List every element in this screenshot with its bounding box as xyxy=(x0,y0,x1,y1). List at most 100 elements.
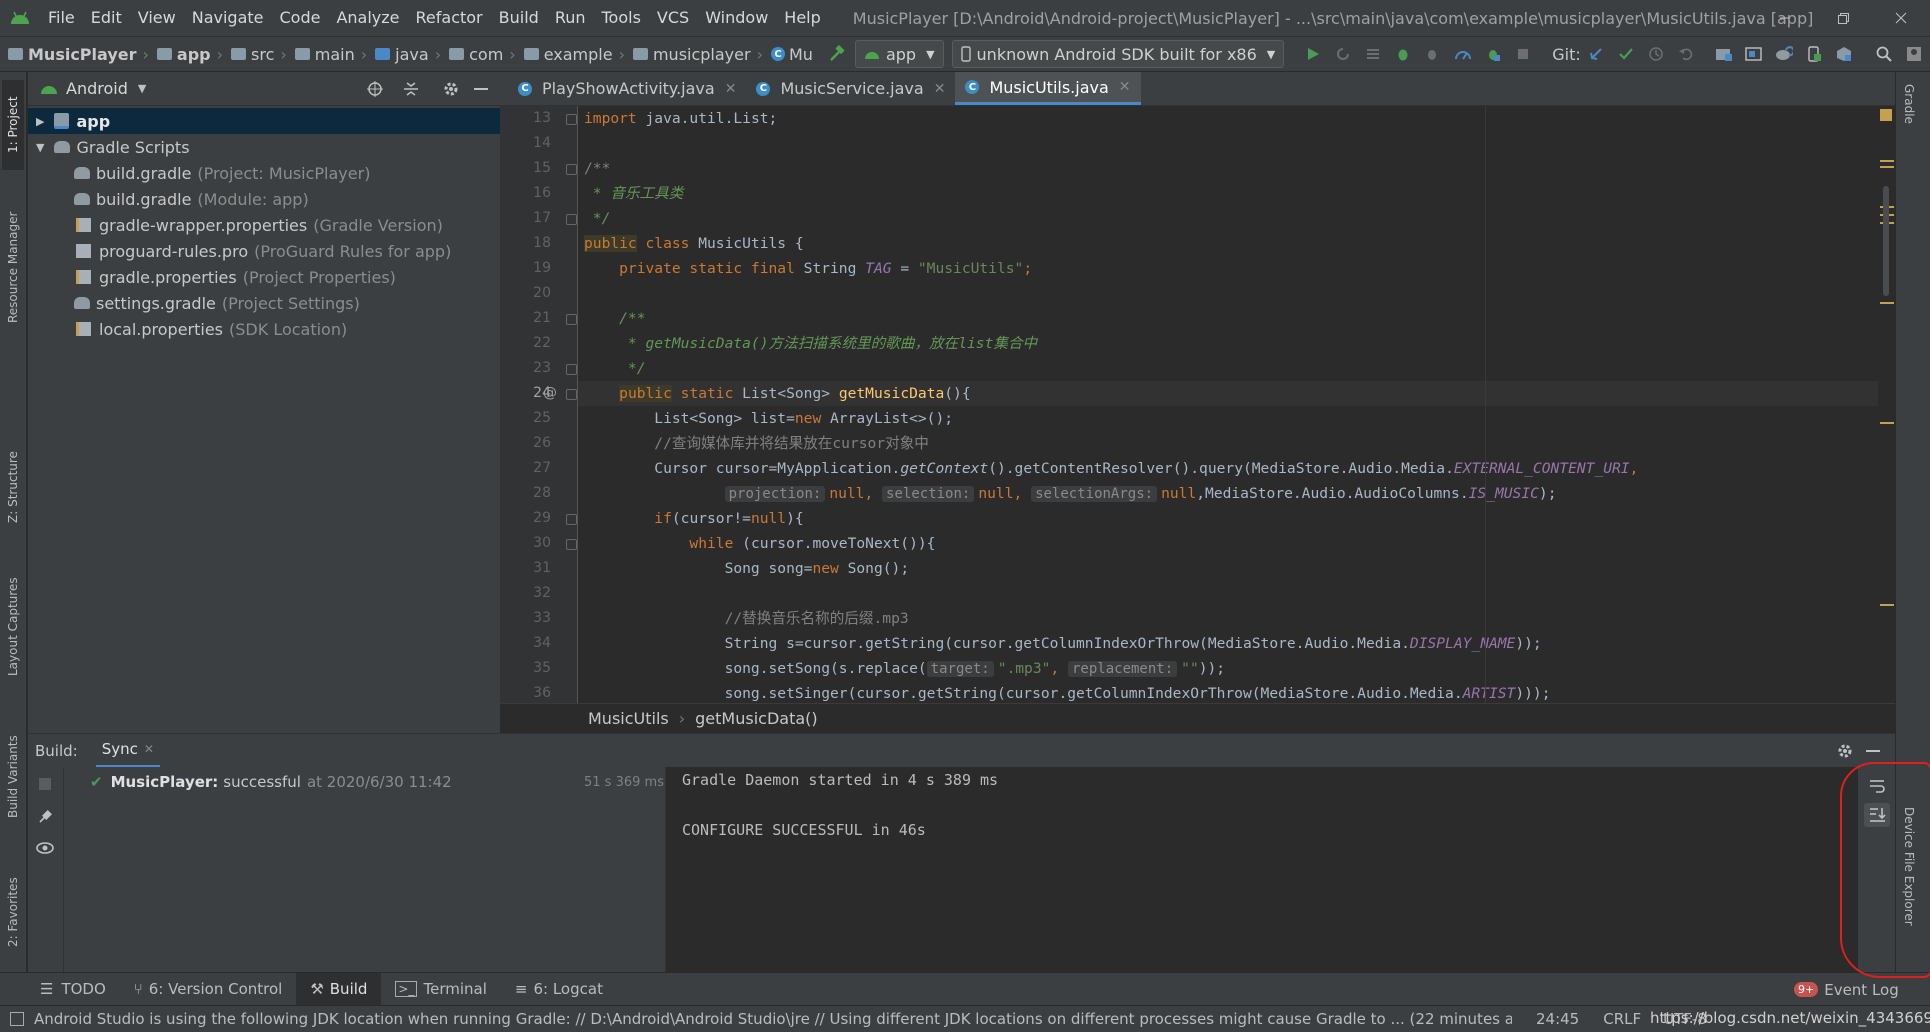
breadcrumb-project[interactable]: MusicPlayer › xyxy=(0,45,149,64)
scrollbar-thumb[interactable] xyxy=(1883,186,1889,296)
tree-item-gradle-scripts[interactable]: ▼ Gradle Scripts xyxy=(28,134,500,160)
toggle-tool-windows-icon[interactable] xyxy=(10,1012,24,1026)
device-select[interactable]: unknown Android SDK built for x86 ▼ xyxy=(951,40,1285,68)
gear-icon[interactable] xyxy=(442,80,460,102)
fold-marker-icon[interactable] xyxy=(566,514,577,525)
implements-marker-icon[interactable]: @ xyxy=(543,385,557,401)
stop-icon[interactable] xyxy=(39,778,51,790)
chevron-down-icon[interactable]: ▼ xyxy=(138,82,146,95)
code-editor[interactable]: import java.util.List; /** * 音乐工具类 */ pu… xyxy=(578,106,1878,703)
fold-marker-icon[interactable] xyxy=(566,389,577,400)
build-result-row[interactable]: ✔ MusicPlayer: successful at 2020/6/30 1… xyxy=(90,773,452,791)
caret-position[interactable]: 24:45 xyxy=(1536,1010,1579,1028)
tool-tab-favorites[interactable]: 2: Favorites xyxy=(2,862,24,962)
fold-marker-icon[interactable] xyxy=(566,364,577,375)
tool-tab-layout-captures[interactable]: Layout Captures xyxy=(2,562,24,692)
run-config-select[interactable]: app ▼ xyxy=(854,40,944,68)
tree-item-proguard-rules[interactable]: proguard-rules.pro (ProGuard Rules for ap… xyxy=(28,238,546,264)
eye-icon[interactable] xyxy=(36,841,54,859)
tree-item-settings-gradle[interactable]: settings.gradle (Project Settings) xyxy=(28,290,546,316)
apply-changes-icon[interactable] xyxy=(1328,40,1358,68)
breadcrumb-java[interactable]: java › xyxy=(367,45,441,64)
fold-marker-icon[interactable] xyxy=(566,539,577,550)
locate-icon[interactable] xyxy=(366,80,384,102)
hide-icon[interactable] xyxy=(1866,750,1880,752)
breadcrumb-musicplayer[interactable]: musicplayer › xyxy=(625,45,763,64)
breadcrumb-class-name[interactable]: MusicUtils xyxy=(588,709,669,728)
menu-edit[interactable]: Edit xyxy=(83,0,130,36)
layout-inspector-icon[interactable] xyxy=(1739,40,1769,68)
status-message[interactable]: Android Studio is using the following JD… xyxy=(34,1010,1512,1028)
breadcrumb-class[interactable]: C Mu xyxy=(763,45,813,64)
tool-tab-todo[interactable]: ☰ TODO xyxy=(26,973,120,1006)
restore-icon[interactable] xyxy=(1814,0,1872,36)
git-update-icon[interactable] xyxy=(1581,40,1611,68)
close-tab-icon[interactable]: ✕ xyxy=(1119,79,1131,95)
breadcrumb-example[interactable]: example › xyxy=(516,45,625,64)
menu-window[interactable]: Window xyxy=(697,0,776,36)
tab-playshowactivity[interactable]: C PlayShowActivity.java ✕ xyxy=(508,72,746,105)
error-stripe-mark[interactable] xyxy=(1880,302,1894,304)
attach-process-icon[interactable] xyxy=(1478,40,1508,68)
history-icon[interactable] xyxy=(1641,40,1671,68)
collapse-arrow-icon[interactable]: ▼ xyxy=(36,141,44,154)
breadcrumb-method-name[interactable]: getMusicData() xyxy=(695,709,817,728)
collapse-all-icon[interactable] xyxy=(402,80,420,102)
warning-indicator-icon[interactable] xyxy=(1880,109,1892,121)
fold-marker-icon[interactable] xyxy=(566,214,577,225)
tool-tab-terminal[interactable]: >_ Terminal xyxy=(381,973,500,1006)
sdk-manager-icon[interactable] xyxy=(1829,40,1859,68)
close-icon[interactable] xyxy=(1872,0,1930,36)
tool-tab-build[interactable]: ⚒ Build xyxy=(296,972,382,1006)
tree-item-app[interactable]: ▶ app xyxy=(28,108,500,134)
error-stripe-mark[interactable] xyxy=(1880,166,1894,168)
tool-tab-build-variants[interactable]: Build Variants xyxy=(2,722,24,832)
attach-debugger-icon[interactable] xyxy=(1418,40,1448,68)
line-separator[interactable]: CRLF xyxy=(1603,1010,1641,1028)
avd-manager-icon[interactable] xyxy=(1799,40,1829,68)
error-stripe-mark[interactable] xyxy=(1880,160,1894,162)
menu-build[interactable]: Build xyxy=(491,0,547,36)
tree-item-build-gradle-project[interactable]: build.gradle (Project: MusicPlayer) xyxy=(28,160,546,186)
project-view-select[interactable]: Android xyxy=(66,79,128,98)
close-tab-icon[interactable]: ✕ xyxy=(934,81,946,97)
menu-file[interactable]: File xyxy=(40,0,83,36)
menu-tools[interactable]: Tools xyxy=(594,0,649,36)
tree-item-local-properties[interactable]: local.properties (SDK Location) xyxy=(28,316,546,342)
tree-item-build-gradle-module[interactable]: build.gradle (Module: app) xyxy=(28,186,546,212)
tool-tab-structure[interactable]: Z: Structure xyxy=(2,432,24,542)
tab-musicservice[interactable]: C MusicService.java ✕ xyxy=(746,72,955,105)
breadcrumb-src[interactable]: src › xyxy=(223,45,287,64)
build-tab-sync[interactable]: Sync ✕ xyxy=(95,734,160,768)
build-console[interactable]: Gradle Daemon started in 4 s 389 ms CONF… xyxy=(666,767,1858,972)
menu-code[interactable]: Code xyxy=(272,0,329,36)
menu-help[interactable]: Help xyxy=(776,0,828,36)
search-icon[interactable] xyxy=(1869,40,1899,68)
tool-tab-project[interactable]: 1: Project xyxy=(2,80,24,170)
tool-tab-resource-manager[interactable]: Resource Manager xyxy=(2,202,24,332)
profile-icon[interactable] xyxy=(1448,40,1478,68)
fold-marker-icon[interactable] xyxy=(566,114,577,125)
tab-musicutils[interactable]: C MusicUtils.java ✕ xyxy=(955,72,1141,105)
error-stripe-mark[interactable] xyxy=(1880,422,1894,424)
tool-tab-logcat[interactable]: ≡ 6: Logcat xyxy=(501,973,617,1006)
close-tab-icon[interactable]: ✕ xyxy=(144,742,154,756)
run-icon[interactable] xyxy=(1298,40,1328,68)
apply-code-changes-icon[interactable] xyxy=(1358,40,1388,68)
project-structure-icon[interactable] xyxy=(1709,40,1739,68)
editor-scrollbar[interactable] xyxy=(1878,106,1895,703)
fold-marker-icon[interactable] xyxy=(566,314,577,325)
error-stripe-mark[interactable] xyxy=(1880,604,1894,606)
menu-refactor[interactable]: Refactor xyxy=(408,0,491,36)
hide-icon[interactable] xyxy=(474,88,488,90)
sync-gradle-icon[interactable] xyxy=(1769,40,1799,68)
hammer-icon[interactable] xyxy=(821,40,851,68)
menu-navigate[interactable]: Navigate xyxy=(184,0,272,36)
tool-tab-gradle[interactable]: Gradle xyxy=(1902,84,1916,124)
debug-icon[interactable] xyxy=(1388,40,1418,68)
gear-icon[interactable] xyxy=(1836,742,1854,764)
tree-item-gradle-properties[interactable]: gradle.properties (Project Properties) xyxy=(28,264,546,290)
breadcrumb-com[interactable]: com › xyxy=(441,45,516,64)
expand-arrow-icon[interactable]: ▶ xyxy=(36,115,44,128)
tree-item-gradle-wrapper[interactable]: gradle-wrapper.properties (Gradle Version… xyxy=(28,212,546,238)
